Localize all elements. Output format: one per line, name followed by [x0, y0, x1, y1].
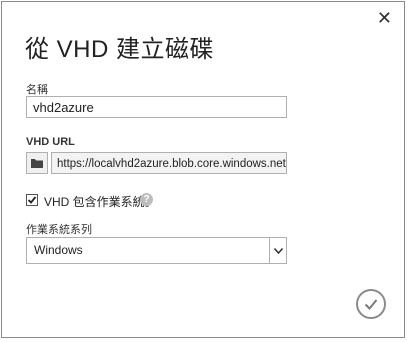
- name-label: 名稱: [26, 84, 48, 96]
- os-checkbox[interactable]: [26, 194, 38, 206]
- os-family-value: Windows: [34, 243, 83, 257]
- chevron-down-icon: [269, 238, 286, 263]
- os-family-label: 作業系統系列: [26, 224, 92, 236]
- name-input[interactable]: vhd2azure: [26, 96, 287, 118]
- checkmark-icon: [364, 299, 378, 310]
- vhd-url-label: VHD URL: [26, 136, 75, 148]
- check-mark-icon: [27, 196, 37, 204]
- vhd-url-input[interactable]: https://localvhd2azure.blob.core.windows…: [51, 152, 287, 174]
- confirm-button[interactable]: [356, 289, 386, 319]
- create-disk-dialog: ✕ 從 VHD 建立磁碟 名稱 vhd2azure VHD URL https:…: [1, 1, 405, 338]
- folder-icon: [31, 159, 43, 168]
- os-family-select[interactable]: Windows: [26, 237, 287, 264]
- browse-folder-button[interactable]: [26, 152, 48, 174]
- page-title: 從 VHD 建立磁碟: [25, 36, 215, 63]
- close-icon[interactable]: ✕: [377, 9, 392, 27]
- help-icon[interactable]: ?: [140, 193, 153, 206]
